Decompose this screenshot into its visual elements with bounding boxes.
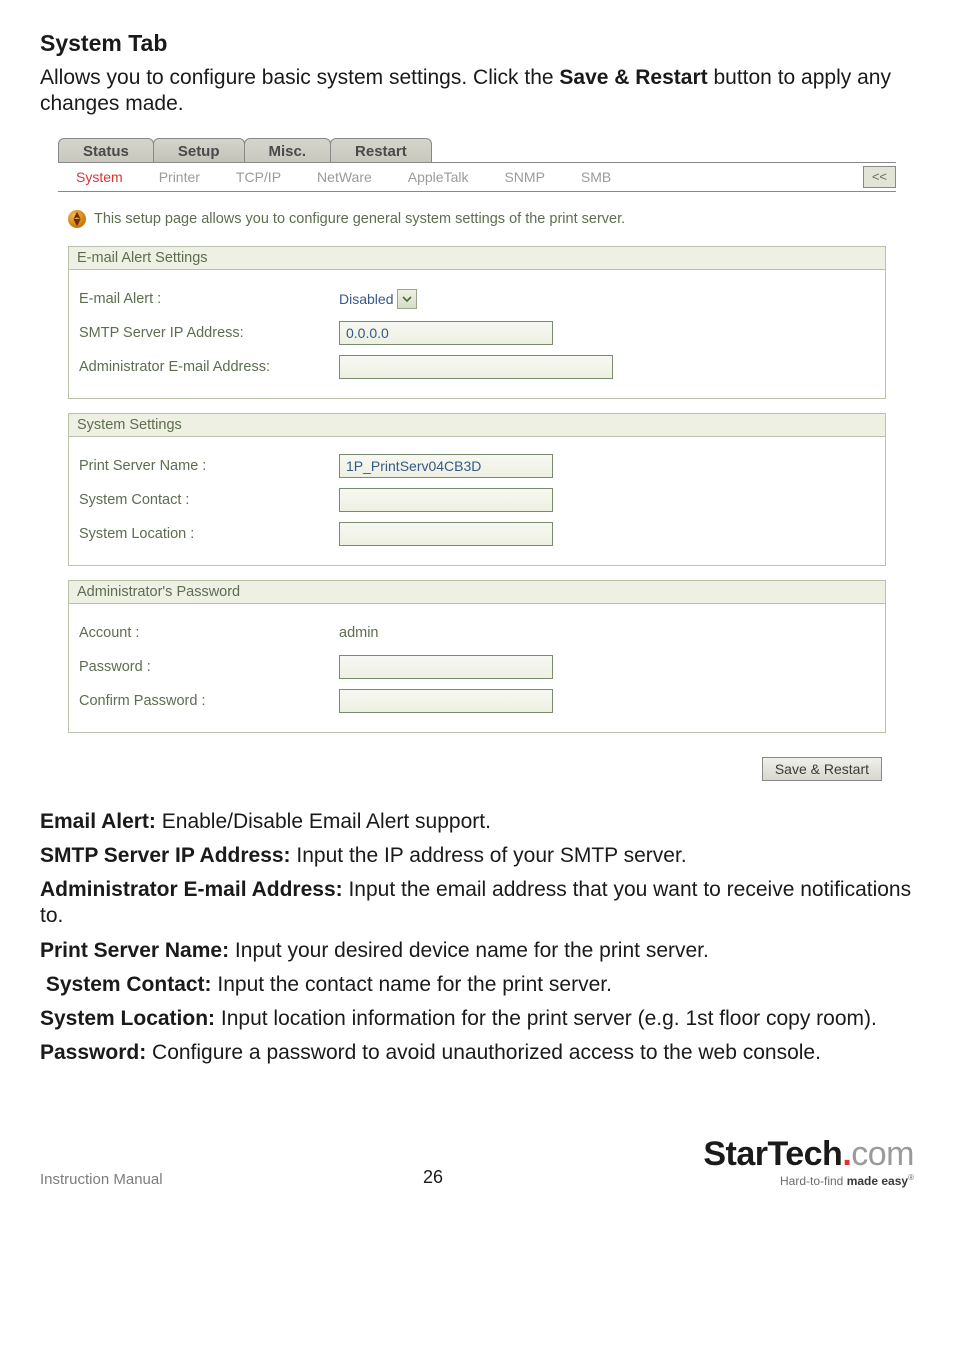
info-text: This setup page allows you to configure … [94, 211, 625, 227]
section-admin-password-head: Administrator's Password [69, 581, 885, 604]
page-number: 26 [163, 1167, 704, 1188]
def-smtp: SMTP Server IP Address: Input the IP add… [40, 843, 914, 869]
password-label: Password : [79, 659, 339, 675]
system-contact-input[interactable] [339, 488, 553, 512]
def-psn: Print Server Name: Input your desired de… [40, 938, 914, 964]
system-contact-label: System Contact : [79, 492, 339, 508]
def-system-location: System Location: Input location informat… [40, 1006, 914, 1032]
system-location-label: System Location : [79, 526, 339, 542]
def-smtp-text: Input the IP address of your SMTP server… [291, 844, 687, 867]
system-location-input[interactable] [339, 522, 553, 546]
footer-left: Instruction Manual [40, 1171, 163, 1188]
def-smtp-label: SMTP Server IP Address: [40, 844, 291, 867]
subtab-collapse-button[interactable]: << [863, 166, 896, 188]
top-tab-row: Status Setup Misc. Restart [58, 132, 896, 163]
psn-input[interactable] [339, 454, 553, 478]
tagline-pre: Hard-to-find [780, 1174, 847, 1188]
def-email-alert: Email Alert: Enable/Disable Email Alert … [40, 809, 914, 835]
admin-email-input[interactable] [339, 355, 613, 379]
subtab-printer[interactable]: Printer [141, 169, 218, 185]
save-and-restart-button[interactable]: Save & Restart [762, 757, 882, 781]
email-alert-label: E-mail Alert : [79, 291, 339, 307]
logo-com: com [851, 1135, 914, 1173]
section-admin-password: Administrator's Password Account : admin… [68, 580, 886, 733]
tab-restart[interactable]: Restart [330, 138, 432, 162]
tab-setup[interactable]: Setup [153, 138, 245, 162]
smtp-input[interactable] [339, 321, 553, 345]
logo-main: StarTech [703, 1135, 842, 1173]
sub-tab-row: System Printer TCP/IP NetWare AppleTalk … [58, 163, 896, 192]
def-system-contact-label: System Contact: [46, 973, 212, 996]
tab-misc[interactable]: Misc. [244, 138, 332, 162]
def-system-location-label: System Location: [40, 1007, 215, 1030]
def-password-text: Configure a password to avoid unauthoriz… [146, 1041, 821, 1064]
smtp-label: SMTP Server IP Address: [79, 325, 339, 341]
brand-tagline: Hard-to-find made easy® [703, 1173, 914, 1188]
def-password-label: Password: [40, 1041, 146, 1064]
confirm-password-label: Confirm Password : [79, 693, 339, 709]
registered-icon: ® [908, 1173, 914, 1182]
def-password: Password: Configure a password to avoid … [40, 1040, 914, 1066]
subtab-netware[interactable]: NetWare [299, 169, 390, 185]
def-psn-label: Print Server Name: [40, 939, 229, 962]
intro-pre: Allows you to configure basic system set… [40, 66, 559, 89]
section-email-alert: E-mail Alert Settings E-mail Alert : Dis… [68, 246, 886, 399]
section-email-alert-head: E-mail Alert Settings [69, 247, 885, 270]
section-system-head: System Settings [69, 414, 885, 437]
email-alert-value: Disabled [339, 291, 393, 307]
subtab-smb[interactable]: SMB [563, 169, 629, 185]
section-system-settings: System Settings Print Server Name : Syst… [68, 413, 886, 566]
section-title: System Tab [40, 30, 914, 57]
subtab-system[interactable]: System [58, 169, 141, 185]
def-email-alert-text: Enable/Disable Email Alert support. [156, 810, 491, 833]
tab-status[interactable]: Status [58, 138, 154, 162]
setup-screenshot: Status Setup Misc. Restart System Printe… [58, 132, 896, 795]
subtab-tcpip[interactable]: TCP/IP [218, 169, 299, 185]
def-system-contact: System Contact: Input the contact name f… [40, 972, 914, 998]
intro-paragraph: Allows you to configure basic system set… [40, 65, 914, 118]
info-line: This setup page allows you to configure … [68, 210, 886, 228]
def-admin-email-label: Administrator E-mail Address: [40, 878, 343, 901]
info-icon [68, 210, 86, 228]
brand-logo: StarTech.com Hard-to-find made easy® [703, 1137, 914, 1188]
password-input[interactable] [339, 655, 553, 679]
admin-email-label: Administrator E-mail Address: [79, 359, 339, 375]
def-system-location-text: Input location information for the print… [215, 1007, 877, 1030]
page-footer: Instruction Manual 26 StarTech.com Hard-… [40, 1137, 914, 1188]
chevron-down-icon[interactable] [397, 289, 417, 309]
subtab-appletalk[interactable]: AppleTalk [390, 169, 487, 185]
account-value: admin [339, 625, 379, 641]
def-email-alert-label: Email Alert: [40, 810, 156, 833]
confirm-password-input[interactable] [339, 689, 553, 713]
email-alert-dropdown[interactable]: Disabled [339, 289, 417, 309]
logo-dot-icon: . [842, 1135, 851, 1173]
intro-bold: Save & Restart [559, 66, 707, 89]
def-system-contact-text: Input the contact name for the print ser… [212, 973, 612, 996]
account-label: Account : [79, 625, 339, 641]
psn-label: Print Server Name : [79, 458, 339, 474]
def-admin-email: Administrator E-mail Address: Input the … [40, 877, 914, 930]
def-psn-text: Input your desired device name for the p… [229, 939, 709, 962]
tagline-bold: made easy [847, 1174, 908, 1188]
subtab-snmp[interactable]: SNMP [486, 169, 562, 185]
